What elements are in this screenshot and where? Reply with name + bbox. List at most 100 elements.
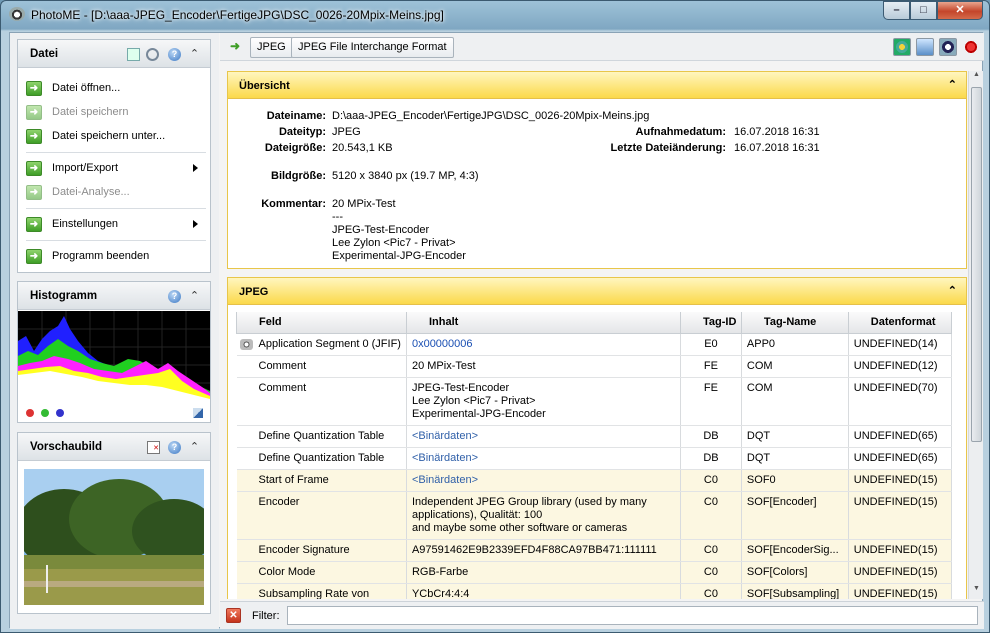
menu-item[interactable]: ➜ Datei speichern unter... xyxy=(26,128,206,146)
menu-item-label: Datei-Analyse... xyxy=(52,186,130,198)
table-cell-feld: Encoder Signature xyxy=(236,539,407,562)
cell-text: COM xyxy=(746,359,773,372)
navigate-arrow-icon[interactable]: ➜ xyxy=(230,40,242,52)
table-row[interactable]: Start of Frame <Binärdaten> C0 SOF0 UNDEFINE… xyxy=(236,469,953,492)
table-row[interactable]: Color Mode RGB-Farbe C0 SOF[Colors] UNDEFINE… xyxy=(236,561,953,584)
segment-icon xyxy=(239,338,253,350)
copy-icon[interactable] xyxy=(127,48,140,61)
table-cell-tag: DB xyxy=(680,425,742,448)
cell-text: Encoder xyxy=(258,495,300,508)
submenu-arrow-icon xyxy=(193,220,198,228)
menu-separator xyxy=(26,152,206,153)
title-bar[interactable]: PhotoME - [D:\aaa-JPEG_Encoder\FertigeJP… xyxy=(1,1,989,29)
cell-text: YCbCr4:4:4 xyxy=(411,587,470,600)
table-cell-inhalt: <Binärdaten> xyxy=(406,469,682,492)
table-row[interactable]: Comment JPEG-Test-Encoder Lee Zylon <Pic7… xyxy=(236,377,953,426)
map-icon[interactable] xyxy=(893,38,911,56)
filetype-label: Dateityp: xyxy=(278,126,326,138)
image-icon[interactable] xyxy=(916,38,934,56)
cell-text: SOF[Subsampling] xyxy=(746,587,840,600)
histogram-panel-header[interactable]: Histogramm ? ⌃ xyxy=(18,282,210,310)
client-area: Datei ? ⌃ ➜ Datei öffnen... ➜ Datei speiche… xyxy=(9,32,984,629)
datei-panel-title: Datei xyxy=(30,48,59,60)
help-icon[interactable]: ? xyxy=(168,441,181,454)
capture-date-label: Aufnahmedatum: xyxy=(635,126,726,138)
search-icon[interactable] xyxy=(146,48,159,61)
column-header[interactable]: Datenformat xyxy=(847,312,953,334)
blue-channel-icon[interactable] xyxy=(56,409,64,417)
minimize-button[interactable]: – xyxy=(883,1,910,20)
menu-item-label: Datei speichern xyxy=(52,106,129,118)
table-cell-inhalt: Independent JPEG Group library (used by … xyxy=(406,491,682,540)
table-cell-inhalt: YCbCr4:4:4 xyxy=(406,583,682,600)
table-cell-inhalt: <Binärdaten> xyxy=(406,447,682,470)
comment-value: 20 MPix-Test --- JPEG-Test-Encoder Lee Z… xyxy=(332,198,466,262)
bug-icon[interactable] xyxy=(962,38,980,56)
datei-panel-header[interactable]: Datei ? ⌃ xyxy=(18,40,210,68)
maximize-button[interactable]: □ xyxy=(910,1,937,20)
vertical-scrollbar[interactable]: ▲ ▼ xyxy=(968,71,983,599)
green-arrow-icon: ➜ xyxy=(26,81,42,96)
jpeg-card: JPEG ⌃ Feld Inhalt Tag-ID Tag-Name Datenform… xyxy=(227,277,967,599)
table-cell-tag: FE xyxy=(680,355,742,378)
column-header[interactable]: Inhalt xyxy=(405,312,682,334)
close-button[interactable]: ✕ xyxy=(937,1,983,20)
clear-filter-icon[interactable]: ✕ xyxy=(226,608,241,623)
table-row[interactable]: Encoder Independent JPEG Group library (u… xyxy=(236,491,953,540)
breadcrumb-jpeg[interactable]: JPEG xyxy=(250,37,293,58)
cell-text: C0 xyxy=(703,543,718,556)
remove-thumbnail-icon[interactable]: ✕ xyxy=(147,441,160,454)
collapse-icon[interactable]: ⌃ xyxy=(948,284,957,297)
preview-panel-header[interactable]: Vorschaubild ✕ ? ⌃ xyxy=(18,433,210,461)
overview-card-header[interactable]: Übersicht ⌃ xyxy=(228,72,966,99)
cell-text: SOF[EncoderSig... xyxy=(746,543,839,556)
table-row[interactable]: Define Quantization Table <Binärdaten> DB D… xyxy=(236,447,953,470)
column-header[interactable]: Tag-Name xyxy=(740,312,849,334)
cell-text[interactable]: 0x00000006 xyxy=(412,338,473,350)
menu-item[interactable]: ➜ Import/Export xyxy=(26,160,206,178)
table-row[interactable]: Comment 20 MPix-Test FE COM UNDEFINED(12) xyxy=(236,355,953,378)
cell-text[interactable]: <Binärdaten> xyxy=(412,430,478,442)
left-panel: Datei ? ⌃ ➜ Datei öffnen... ➜ Datei speiche… xyxy=(10,33,219,629)
scroll-down-icon[interactable]: ▼ xyxy=(969,585,984,599)
expand-icon[interactable] xyxy=(193,408,203,418)
menu-item[interactable]: ➜ Einstellungen xyxy=(26,216,206,234)
collapse-icon[interactable]: ⌃ xyxy=(188,48,201,61)
photome-eye-icon xyxy=(9,7,25,21)
table-row[interactable]: Encoder Signature A97591462E9B2339EFD4F88… xyxy=(236,539,953,562)
table-row[interactable]: Subsampling Rate von X bis C YCbCr4:4:4 C0… xyxy=(236,583,953,600)
filename-value: D:\aaa-JPEG_Encoder\FertigeJPG\DSC_0026-… xyxy=(332,110,650,122)
green-arrow-icon: ➜ xyxy=(26,217,42,232)
breadcrumb-jfif[interactable]: JPEG File Interchange Format xyxy=(291,37,454,58)
red-channel-icon[interactable] xyxy=(26,409,34,417)
collapse-icon[interactable]: ⌃ xyxy=(188,441,201,454)
table-cell-name: DQT xyxy=(741,425,849,448)
cell-text[interactable]: <Binärdaten> xyxy=(412,474,478,486)
column-header[interactable]: Feld xyxy=(236,312,407,334)
cell-text: FE xyxy=(703,359,718,372)
green-arrow-icon: ➜ xyxy=(26,161,42,176)
collapse-icon[interactable]: ⌃ xyxy=(188,290,201,303)
cell-text: Define Quantization Table xyxy=(258,429,385,442)
column-header[interactable]: Tag-ID xyxy=(680,312,742,334)
table-row[interactable]: Application Segment 0 (JFIF) 0x00000006 E0… xyxy=(236,333,953,356)
menu-item[interactable]: ➜ Datei öffnen... xyxy=(26,80,206,98)
filter-input[interactable] xyxy=(287,606,978,625)
help-icon[interactable]: ? xyxy=(168,290,181,303)
green-channel-icon[interactable] xyxy=(41,409,49,417)
table-cell-tag: FE xyxy=(680,377,742,426)
scroll-up-icon[interactable]: ▲ xyxy=(969,71,984,85)
filesize-value: 20.543,1 KB xyxy=(332,142,393,154)
table-cell-inhalt: A97591462E9B2339EFD4F88CA97BB471:111111 xyxy=(406,539,682,562)
green-arrow-icon: ➜ xyxy=(26,105,42,120)
table-row[interactable]: Define Quantization Table <Binärdaten> DB D… xyxy=(236,425,953,448)
table-cell-name: SOF[Subsampling] xyxy=(741,583,849,600)
jpeg-card-header[interactable]: JPEG ⌃ xyxy=(228,278,966,305)
cell-text: UNDEFINED(65) xyxy=(853,451,938,464)
collapse-icon[interactable]: ⌃ xyxy=(948,78,957,91)
cell-text[interactable]: <Binärdaten> xyxy=(412,452,478,464)
help-icon[interactable]: ? xyxy=(168,48,181,61)
scrollbar-thumb[interactable] xyxy=(971,87,982,442)
menu-item[interactable]: ➜ Programm beenden xyxy=(26,248,206,266)
camera-icon[interactable] xyxy=(939,38,957,56)
